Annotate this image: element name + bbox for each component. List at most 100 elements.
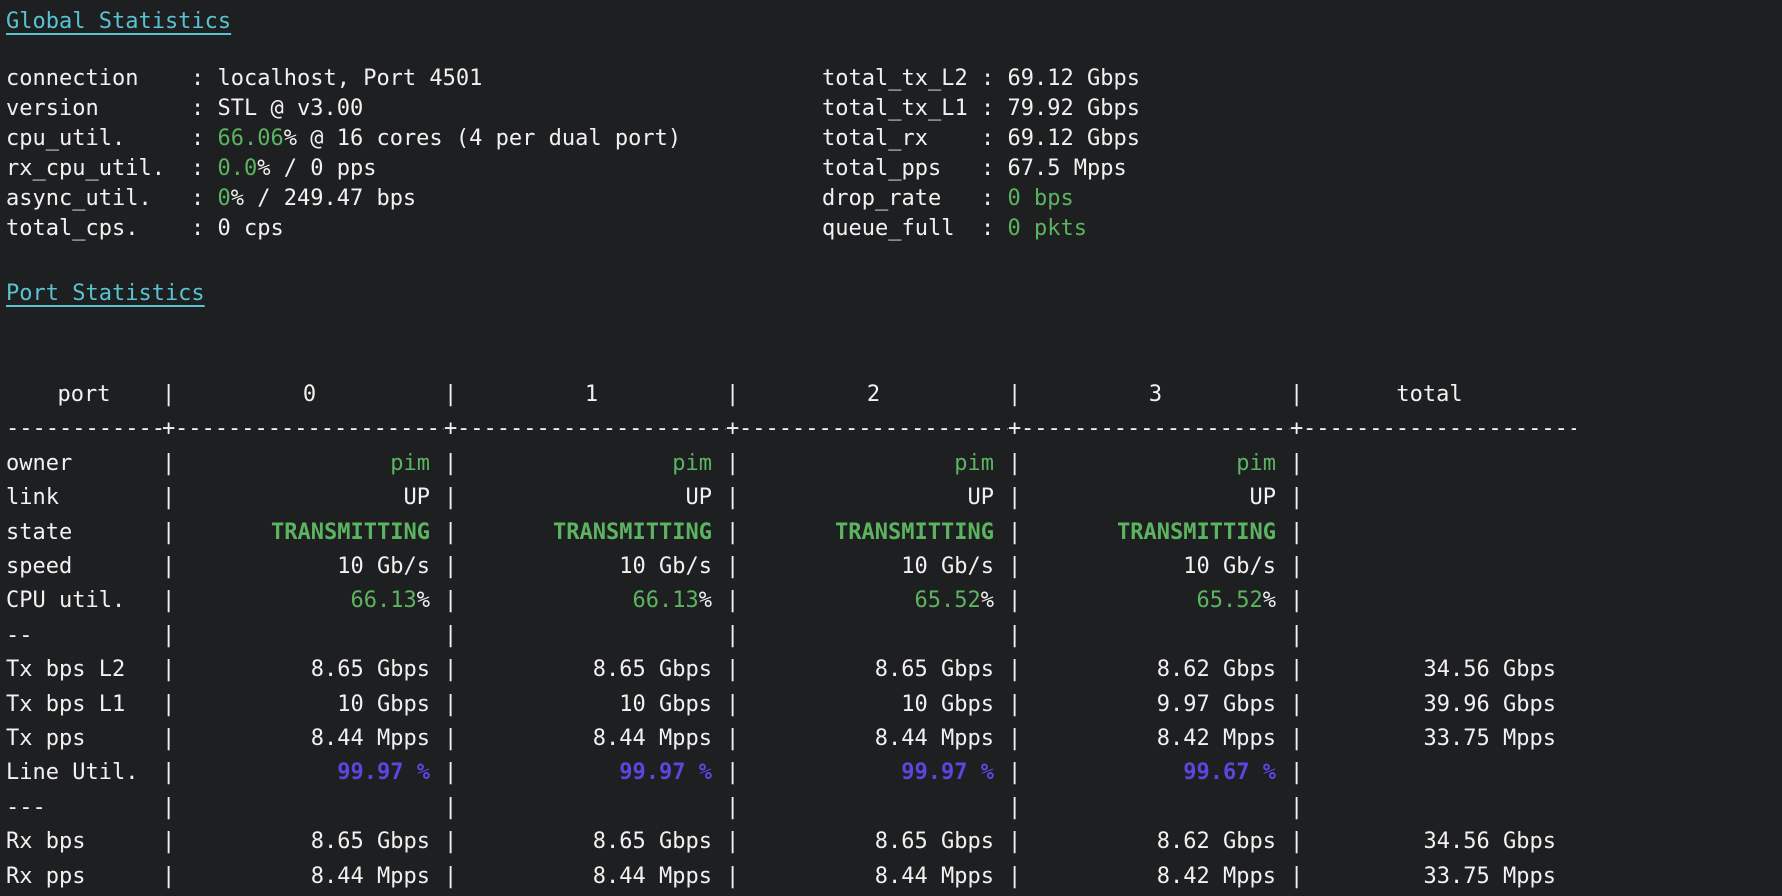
- row-label: ---: [6, 791, 162, 825]
- column-separator: |: [726, 825, 739, 859]
- table-cell: 8.65 Gbps: [457, 653, 726, 687]
- value-segment: 0 cps: [218, 216, 284, 241]
- table-cell: 8.44 Mpps: [175, 860, 444, 894]
- global-stat-row: connection: localhost, Port 4501: [6, 64, 822, 94]
- value-segment: 10 Gb/s: [1183, 554, 1276, 579]
- stat-value: 69.12 Gbps: [1008, 126, 1140, 151]
- value-segment: 10 Gb/s: [337, 554, 430, 579]
- column-separator: |: [444, 447, 457, 481]
- value-segment: localhost, Port 4501: [218, 66, 483, 91]
- stat-label: queue_full: [822, 214, 981, 244]
- column-separator: |: [444, 550, 457, 584]
- column-separator: |: [444, 722, 457, 756]
- column-separator: |: [1008, 825, 1021, 859]
- table-cell: TRANSMITTING: [1021, 516, 1290, 550]
- column-separator: |: [444, 584, 457, 618]
- column-header: 3: [1021, 378, 1290, 412]
- value-segment: 8.44 Mpps: [311, 864, 430, 889]
- row-label: link: [6, 481, 162, 515]
- table-row: owner|pim|pim|pim|pim|: [6, 447, 1782, 481]
- stat-label: cpu_util.: [6, 124, 191, 154]
- column-header-port: port: [6, 378, 162, 412]
- table-cell: 8.62 Gbps: [1021, 825, 1290, 859]
- column-separator: |: [162, 722, 175, 756]
- column-separator: |: [162, 584, 175, 618]
- value-segment: 8.44 Mpps: [593, 726, 712, 751]
- port-statistics-section: Port Statistics: [6, 278, 1782, 310]
- value-segment: 8.44 Mpps: [593, 864, 712, 889]
- value-segment: 8.65 Gbps: [311, 657, 430, 682]
- column-separator: |: [726, 860, 739, 894]
- value-segment: TRANSMITTING: [1117, 520, 1276, 545]
- column-separator: |: [444, 516, 457, 550]
- total-cell: 33.75 Mpps: [1303, 860, 1576, 894]
- value-segment: 99.97 %: [901, 760, 994, 785]
- table-cell: TRANSMITTING: [457, 516, 726, 550]
- value-segment: 0.0: [218, 156, 258, 181]
- column-separator: |: [162, 481, 175, 515]
- total-cell: [1303, 481, 1576, 515]
- column-separator: |: [444, 825, 457, 859]
- table-cell: 8.65 Gbps: [457, 825, 726, 859]
- value-segment: %: [699, 588, 712, 613]
- table-cell: [175, 791, 444, 825]
- column-separator: |: [444, 688, 457, 722]
- stat-value: 0% / 249.47 bps: [218, 186, 417, 211]
- table-cell: [457, 619, 726, 653]
- table-cell: 10 Gbps: [175, 688, 444, 722]
- column-separator: |: [162, 791, 175, 825]
- value-segment: UP: [968, 485, 995, 510]
- value-segment: 8.65 Gbps: [875, 829, 994, 854]
- row-label: state: [6, 516, 162, 550]
- value-segment: 8.62 Gbps: [1157, 657, 1276, 682]
- value-segment: 34.56 Gbps: [1424, 829, 1556, 854]
- global-stat-row: total_rx: 69.12 Gbps: [822, 124, 1782, 154]
- table-cell: 8.44 Mpps: [457, 860, 726, 894]
- stat-value: 0 bps: [1008, 186, 1074, 211]
- value-segment: 34.56 Gbps: [1424, 657, 1556, 682]
- separator-dashes: ------------------------: [739, 412, 1008, 446]
- column-separator: |: [1290, 791, 1303, 825]
- stat-label: total_tx_L1: [822, 94, 981, 124]
- separator-dashes: ------------------------: [1021, 412, 1290, 446]
- row-label: owner: [6, 447, 162, 481]
- column-separator: |: [726, 619, 739, 653]
- value-segment: 8.65 Gbps: [593, 657, 712, 682]
- value-segment: 10 Gbps: [901, 692, 994, 717]
- column-separator: |: [1008, 722, 1021, 756]
- global-stat-row: queue_full: 0 pkts: [822, 214, 1782, 244]
- column-separator: |: [444, 756, 457, 790]
- stat-label: version: [6, 94, 191, 124]
- column-header-total: total: [1303, 378, 1576, 412]
- table-cell: [1021, 619, 1290, 653]
- row-label: Line Util.: [6, 756, 162, 790]
- stat-colon: :: [191, 216, 218, 241]
- table-row: Rx bps|8.65 Gbps|8.65 Gbps|8.65 Gbps|8.6…: [6, 825, 1782, 859]
- global-stat-row: total_pps: 67.5 Mpps: [822, 154, 1782, 184]
- column-separator: |: [1008, 619, 1021, 653]
- column-separator: |: [444, 860, 457, 894]
- row-label: Tx pps: [6, 722, 162, 756]
- column-separator: |: [726, 756, 739, 790]
- stat-label: total_pps: [822, 154, 981, 184]
- column-separator: |: [1290, 447, 1303, 481]
- table-cell: 8.65 Gbps: [739, 825, 1008, 859]
- table-cell: 99.67 %: [1021, 756, 1290, 790]
- value-segment: 10 Gb/s: [619, 554, 712, 579]
- separator-cross: +: [726, 412, 739, 446]
- table-cell: [457, 791, 726, 825]
- value-segment: %: [417, 588, 430, 613]
- column-separator: |: [444, 378, 457, 412]
- total-cell: 39.96 Gbps: [1303, 688, 1576, 722]
- value-segment: UP: [1250, 485, 1277, 510]
- table-cell: 10 Gb/s: [739, 550, 1008, 584]
- value-segment: TRANSMITTING: [835, 520, 994, 545]
- table-cell: 10 Gbps: [457, 688, 726, 722]
- global-statistics-grid: connection: localhost, Port 4501version:…: [6, 64, 1782, 244]
- value-segment: % / 249.47 bps: [231, 186, 416, 211]
- stat-value: 79.92 Gbps: [1008, 96, 1140, 121]
- separator-dashes: ------------------------: [1303, 412, 1576, 446]
- stat-label: connection: [6, 64, 191, 94]
- table-cell: TRANSMITTING: [739, 516, 1008, 550]
- value-segment: 8.44 Mpps: [311, 726, 430, 751]
